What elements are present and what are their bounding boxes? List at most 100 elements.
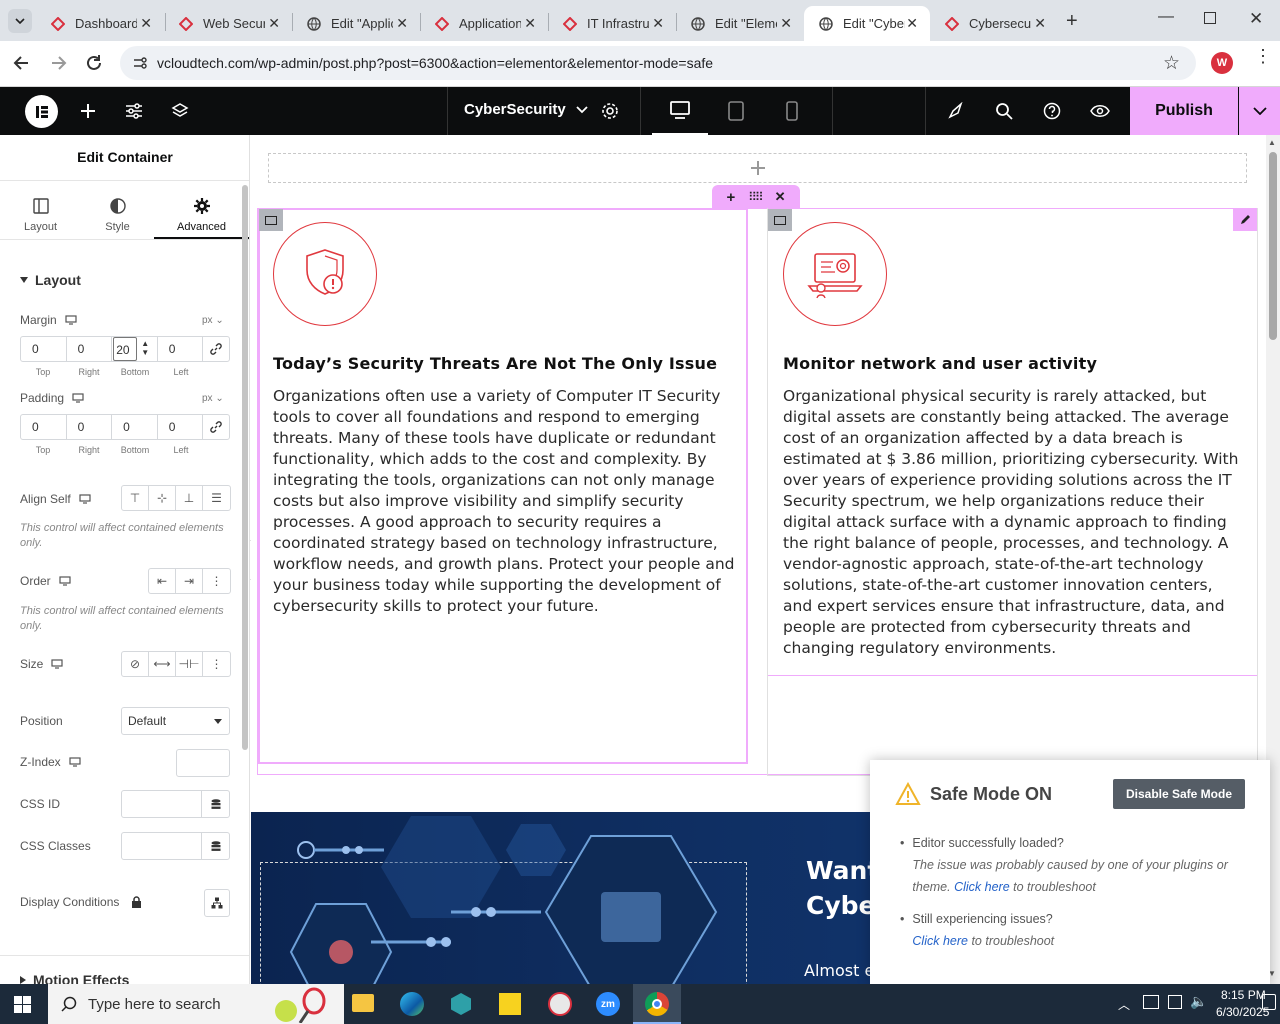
container-handle-icon[interactable]	[768, 209, 792, 231]
close-tab-icon[interactable]: ✕	[524, 15, 536, 32]
tab-style[interactable]: Style	[79, 195, 156, 233]
desktop-icon[interactable]	[59, 576, 71, 586]
add-section-area[interactable]	[268, 153, 1247, 183]
volume-icon[interactable]: 🔈	[1190, 993, 1207, 1010]
size-grow-icon[interactable]: ⟷	[149, 652, 176, 676]
page-name-dropdown[interactable]: CyberSecurity	[464, 101, 588, 118]
close-window-icon[interactable]: ✕	[1249, 9, 1263, 29]
padding-bottom-input[interactable]: 0	[112, 415, 158, 439]
padding-top-input[interactable]: 0	[21, 415, 67, 439]
page-settings-gear-icon[interactable]	[598, 99, 622, 123]
dynamic-tags-icon[interactable]	[201, 791, 229, 817]
size-none-icon[interactable]: ⊘	[122, 652, 149, 676]
troubleshoot-link[interactable]: Click here	[954, 880, 1010, 894]
profile-avatar[interactable]: W	[1211, 52, 1233, 74]
file-explorer-icon[interactable]	[352, 994, 374, 1012]
margin-left-input[interactable]: 0	[158, 337, 204, 361]
structure-layers-icon[interactable]	[168, 99, 192, 123]
notification-center-icon[interactable]	[1262, 994, 1276, 1010]
order-last-icon[interactable]: ⇥	[176, 569, 203, 593]
elementor-logo-icon[interactable]	[25, 95, 58, 128]
desktop-icon[interactable]	[65, 315, 77, 325]
close-tab-icon[interactable]: ✕	[652, 15, 664, 32]
site-info-icon[interactable]	[132, 55, 148, 76]
desktop-icon[interactable]	[51, 659, 63, 669]
mobile-view-icon[interactable]	[780, 99, 804, 123]
network-icon[interactable]	[1143, 995, 1159, 1009]
troubleshoot-link[interactable]: Click here	[912, 934, 968, 948]
help-icon[interactable]	[1040, 99, 1064, 123]
tab-layout[interactable]: Layout	[2, 195, 79, 233]
margin-unit-select[interactable]: px ⌄	[202, 315, 224, 326]
padding-right-input[interactable]: 0	[67, 415, 113, 439]
padding-left-input[interactable]: 0	[158, 415, 204, 439]
link-values-icon[interactable]	[203, 337, 229, 361]
scroll-up-arrow-icon[interactable]: ▲	[1268, 138, 1276, 147]
tab-advanced[interactable]: Advanced	[163, 195, 240, 233]
desktop-icon[interactable]	[69, 757, 81, 767]
size-shrink-icon[interactable]: ⊣⊢	[176, 652, 203, 676]
align-center-icon[interactable]: ⊹	[149, 486, 176, 510]
sticky-notes-icon[interactable]	[499, 993, 521, 1015]
chrome-taskbar-button[interactable]	[633, 984, 681, 1024]
zindex-input[interactable]	[176, 749, 230, 777]
desktop-view-button[interactable]	[652, 87, 708, 135]
more-options-icon[interactable]: ⋮	[203, 569, 230, 593]
close-tab-icon[interactable]: ✕	[396, 15, 408, 32]
position-select[interactable]: Default	[121, 707, 230, 735]
container-handle-icon[interactable]	[259, 209, 283, 231]
search-icon[interactable]	[992, 99, 1016, 123]
add-container-icon[interactable]: +	[726, 189, 735, 206]
align-stretch-icon[interactable]: ☰	[203, 486, 230, 510]
minimize-window-icon[interactable]: —	[1158, 8, 1174, 26]
display-conditions-button[interactable]	[204, 889, 230, 917]
margin-bottom-input[interactable]: 20 ▲ ▼	[112, 337, 158, 361]
zoom-app-icon[interactable]: zm	[596, 992, 620, 1016]
address-bar[interactable]: vcloudtech.com/wp-admin/post.php?post=63…	[120, 46, 1196, 80]
desktop-icon[interactable]	[79, 494, 91, 504]
restore-window-icon[interactable]	[1204, 12, 1216, 24]
site-settings-sliders-icon[interactable]	[122, 99, 146, 123]
more-options-icon[interactable]: ⋮	[203, 652, 230, 676]
browser-tab[interactable]: Application ✕	[420, 6, 548, 41]
browser-tab[interactable]: IT Infrastructure ✕	[548, 6, 676, 41]
taskbar-search-box[interactable]: Type here to search	[48, 984, 344, 1024]
windows-start-icon[interactable]	[14, 996, 31, 1018]
margin-top-input[interactable]: 0	[21, 337, 67, 361]
publish-button[interactable]: Publish	[1130, 87, 1238, 135]
padding-unit-select[interactable]: px ⌄	[202, 393, 224, 404]
browser-tab[interactable]: Web Security ✕	[164, 6, 292, 41]
snipping-tool-icon[interactable]	[548, 992, 572, 1016]
wifi-ethernet-icon[interactable]	[1168, 995, 1182, 1009]
panel-scrollbar[interactable]	[242, 185, 248, 750]
new-tab-button[interactable]: +	[1066, 10, 1078, 33]
align-end-icon[interactable]: ⊥	[176, 486, 203, 510]
close-tab-icon[interactable]: ✕	[268, 15, 280, 32]
browser-tab[interactable]: Dashboard ✕	[36, 6, 164, 41]
close-tab-icon[interactable]: ✕	[780, 15, 792, 32]
disable-safe-mode-button[interactable]: Disable Safe Mode	[1113, 779, 1245, 809]
forward-icon[interactable]	[48, 53, 68, 78]
close-tab-icon[interactable]: ✕	[1034, 15, 1046, 32]
show-hidden-icons-chevron[interactable]: ︿	[1118, 996, 1130, 1013]
preview-eye-icon[interactable]	[1088, 99, 1112, 123]
dynamic-tags-icon[interactable]	[201, 833, 229, 859]
css-classes-input[interactable]	[121, 832, 230, 860]
order-first-icon[interactable]: ⇤	[149, 569, 176, 593]
bookmark-star-icon[interactable]: ☆	[1163, 52, 1180, 75]
browser-tab[interactable]: Cybersecurity ✕	[930, 6, 1058, 41]
reload-icon[interactable]	[84, 53, 104, 78]
link-values-icon[interactable]	[203, 415, 229, 439]
drag-handle-icon[interactable]: ⠿⠿	[748, 190, 764, 204]
align-start-icon[interactable]: ⊤	[122, 486, 149, 510]
desktop-icon[interactable]	[72, 393, 84, 403]
delete-container-icon[interactable]: ✕	[775, 189, 786, 205]
css-id-input[interactable]	[121, 790, 230, 818]
close-tab-icon[interactable]: ✕	[140, 15, 152, 32]
browser-tab[interactable]: Edit "Elementor ✕	[676, 6, 804, 41]
browser-tab[interactable]: Edit "Application ✕	[292, 6, 420, 41]
tab-search-button[interactable]	[8, 9, 32, 33]
section-layout-header[interactable]: Layout	[20, 272, 81, 288]
notes-rocket-icon[interactable]	[944, 99, 968, 123]
browser-tab-active[interactable]: Edit "CyberSecurity ✕	[804, 6, 930, 41]
